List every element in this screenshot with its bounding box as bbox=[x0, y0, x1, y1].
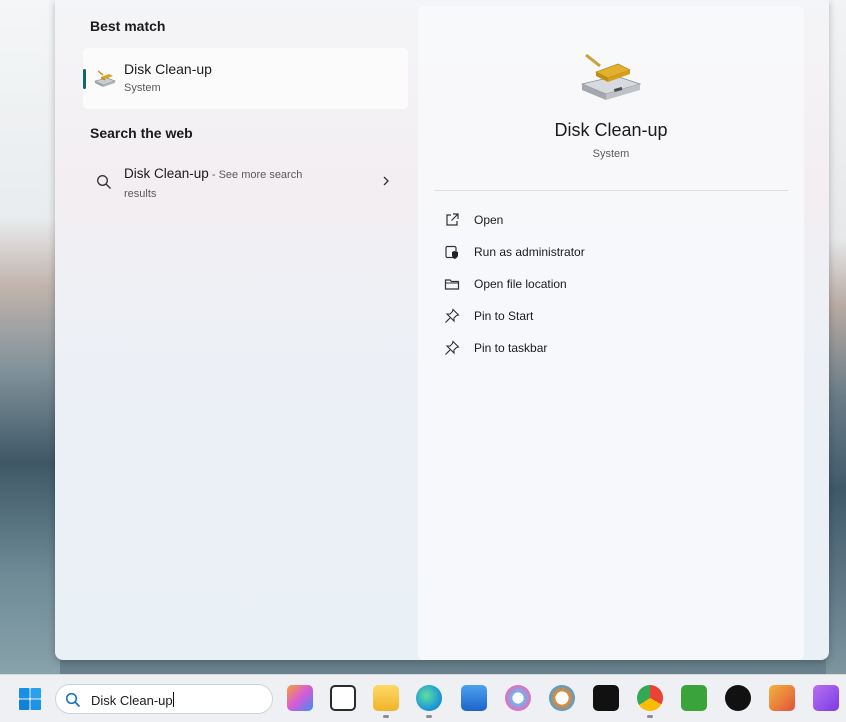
action-open[interactable]: Open bbox=[440, 210, 780, 234]
action-pin-to-taskbar[interactable]: Pin to taskbar bbox=[440, 338, 780, 362]
action-label: Pin to Start bbox=[474, 309, 534, 323]
folder-icon bbox=[444, 279, 460, 290]
tiktok-icon[interactable] bbox=[725, 685, 751, 711]
detail-title: Disk Clean-up bbox=[554, 120, 668, 140]
disk-cleanup-large-icon bbox=[580, 53, 642, 100]
best-match-result[interactable]: Disk Clean-up System bbox=[83, 48, 408, 109]
search-value: Disk Clean-up bbox=[91, 692, 174, 708]
action-label: Open file location bbox=[474, 277, 567, 291]
search-app-icon[interactable] bbox=[549, 685, 575, 711]
windows-start-icon[interactable] bbox=[18, 687, 42, 711]
results-list: Best match Disk Clean-up System Search t… bbox=[55, 0, 415, 660]
best-match-title: Disk Clean-up bbox=[124, 61, 212, 77]
gallery-icon[interactable] bbox=[769, 685, 795, 711]
taskbar: Disk Clean-up bbox=[0, 674, 846, 722]
chevron-right-icon[interactable] bbox=[381, 174, 391, 188]
file-explorer-icon[interactable] bbox=[373, 685, 399, 711]
chrome-icon[interactable] bbox=[637, 685, 663, 711]
detail-pane: Disk Clean-up System Open Run as adminis… bbox=[418, 6, 804, 660]
best-match-heading: Best match bbox=[90, 18, 166, 34]
action-label: Open bbox=[474, 213, 504, 227]
mail-icon[interactable] bbox=[461, 685, 487, 711]
web-heading: Search the web bbox=[90, 125, 193, 141]
open-icon bbox=[446, 213, 459, 226]
pin-icon bbox=[445, 340, 460, 355]
action-label: Run as administrator bbox=[474, 245, 585, 259]
running-indicator bbox=[383, 715, 389, 718]
text-caret bbox=[172, 692, 174, 707]
affinity-icon[interactable] bbox=[813, 685, 839, 711]
divider bbox=[434, 190, 788, 191]
web-search-result[interactable]: Disk Clean-up - See more search results bbox=[83, 158, 408, 208]
start-search-panel: Best match Disk Clean-up System Search t… bbox=[55, 0, 829, 660]
task-view-icon[interactable] bbox=[330, 685, 356, 711]
web-result-suffix: - See more search bbox=[208, 169, 303, 181]
shield-icon bbox=[445, 245, 458, 259]
search-icon bbox=[65, 692, 81, 708]
capcut-icon[interactable] bbox=[593, 685, 619, 711]
search-icon bbox=[97, 175, 111, 189]
wallpaper-left bbox=[0, 0, 60, 680]
web-result-title: Disk Clean-up - See more search bbox=[124, 166, 302, 181]
best-match-subtitle: System bbox=[124, 82, 161, 94]
web-result-name: Disk Clean-up bbox=[124, 166, 209, 181]
search-text: Disk Clean-up bbox=[91, 693, 173, 708]
edge-icon[interactable] bbox=[416, 685, 442, 711]
action-run-as-admin[interactable]: Run as administrator bbox=[440, 242, 780, 266]
pin-icon bbox=[445, 308, 460, 323]
detail-subtitle: System bbox=[592, 148, 630, 160]
copilot-icon[interactable] bbox=[287, 685, 313, 711]
running-indicator bbox=[647, 715, 653, 718]
taskbar-search-input[interactable]: Disk Clean-up bbox=[55, 684, 273, 714]
running-indicator bbox=[426, 715, 432, 718]
action-pin-to-start[interactable]: Pin to Start bbox=[440, 306, 780, 330]
action-open-file-location[interactable]: Open file location bbox=[440, 274, 780, 298]
photos-icon[interactable] bbox=[505, 685, 531, 711]
web-result-line2: results bbox=[124, 188, 157, 200]
disk-cleanup-icon bbox=[94, 70, 116, 87]
wallpaper-right bbox=[826, 0, 846, 680]
action-label: Pin to taskbar bbox=[474, 341, 548, 355]
selection-accent bbox=[83, 69, 86, 89]
camtasia-icon[interactable] bbox=[681, 685, 707, 711]
